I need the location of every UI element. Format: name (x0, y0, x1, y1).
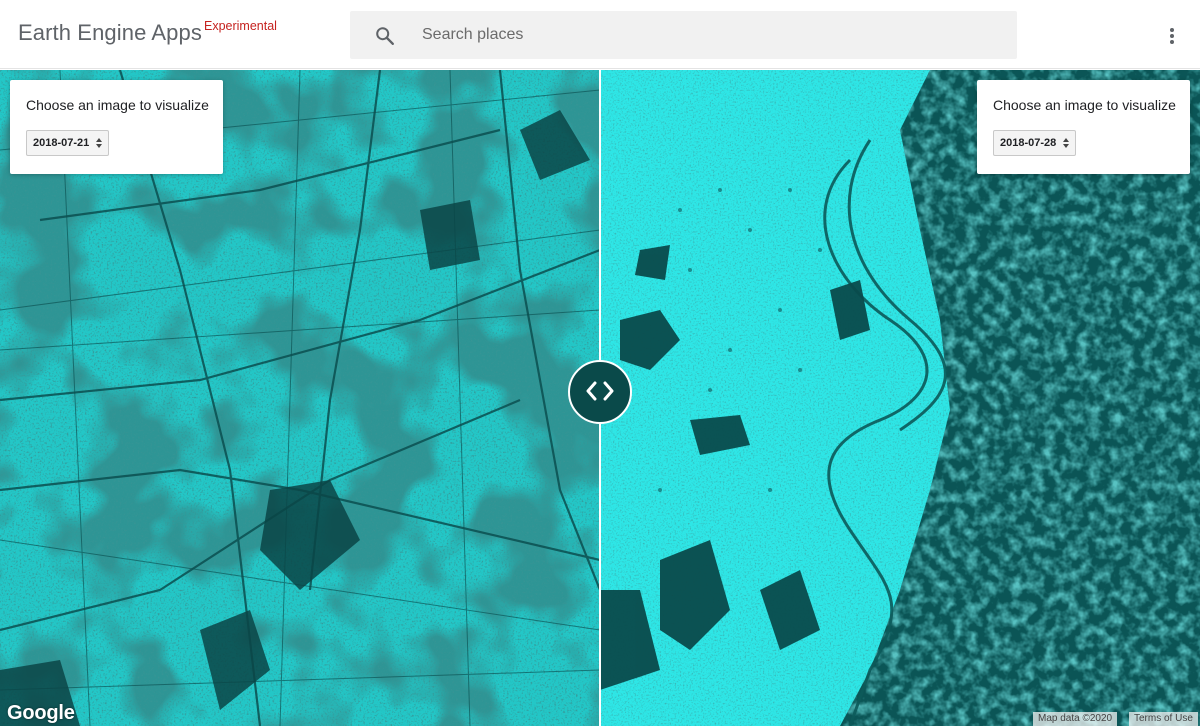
more-vert-icon[interactable] (1158, 22, 1186, 50)
right-image-panel: Choose an image to visualize 2018-07-28 (977, 80, 1190, 174)
left-image-panel: Choose an image to visualize 2018-07-21 (10, 80, 223, 174)
search-box[interactable] (350, 11, 1017, 59)
map-data-attribution: Map data ©2020 (1033, 712, 1118, 726)
earth-engine-app: Earth Engine Apps Experimental Search pl… (0, 0, 1200, 726)
brand: Earth Engine Apps Experimental (18, 19, 277, 46)
search-icon[interactable] (374, 25, 396, 47)
search-input[interactable] (422, 11, 1002, 59)
left-date-value: 2018-07-21 (33, 137, 90, 149)
right-panel-title: Choose an image to visualize (993, 97, 1176, 113)
experimental-badge: Experimental (204, 19, 277, 33)
spinner-arrows-icon[interactable] (1062, 137, 1070, 149)
split-handle-icon[interactable] (568, 360, 632, 424)
top-bar: Earth Engine Apps Experimental (0, 0, 1200, 69)
spinner-arrows-icon[interactable] (95, 137, 103, 149)
terms-of-use-link[interactable]: Terms of Use (1129, 712, 1198, 726)
google-logo[interactable]: Google (7, 702, 75, 725)
right-date-value: 2018-07-28 (1000, 137, 1057, 149)
app-title: Earth Engine Apps (18, 20, 202, 45)
left-date-select[interactable]: 2018-07-21 (26, 130, 109, 156)
left-panel-title: Choose an image to visualize (26, 97, 209, 113)
right-date-select[interactable]: 2018-07-28 (993, 130, 1076, 156)
